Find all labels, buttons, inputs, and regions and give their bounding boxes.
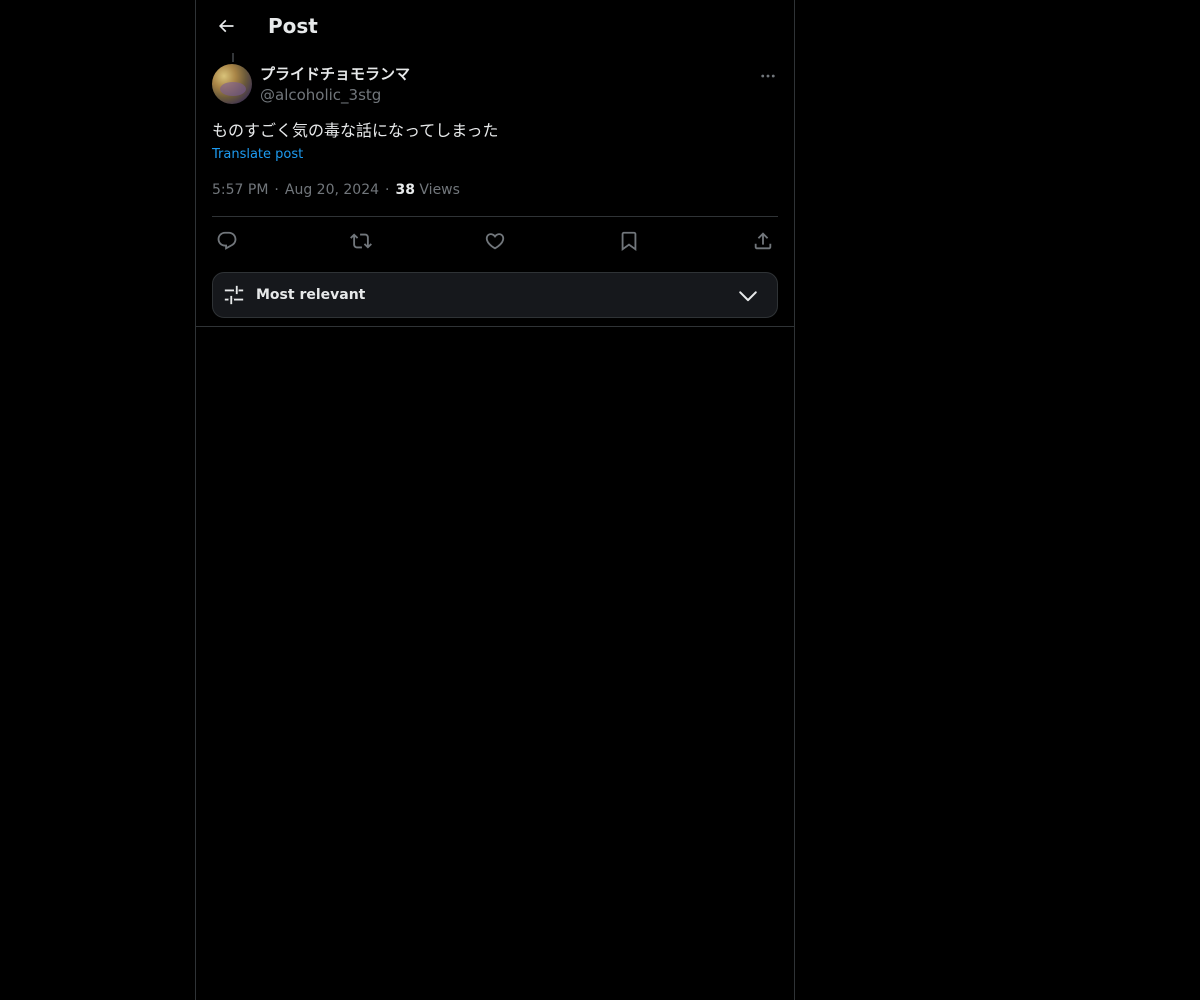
post-time[interactable]: 5:57 PM xyxy=(212,182,268,198)
author-display-name[interactable]: プライドチョモランマ xyxy=(260,64,410,84)
share-icon xyxy=(752,230,774,252)
reply-icon xyxy=(216,230,238,252)
meta-separator: · xyxy=(274,182,279,198)
arrow-left-icon xyxy=(216,16,236,36)
main-column: Post プライドチョモランマ @alcoholic_3stg ものすごく気の毒… xyxy=(195,0,795,1000)
bookmark-button[interactable] xyxy=(614,226,644,256)
views-label: Views xyxy=(419,182,460,198)
more-horizontal-icon xyxy=(759,67,777,85)
like-icon xyxy=(484,230,506,252)
repost-button[interactable] xyxy=(346,226,376,256)
back-button[interactable] xyxy=(208,8,244,44)
post-text: ものすごく気の毒な話になってしまった xyxy=(212,121,499,140)
post-metadata: 5:57 PM · Aug 20, 2024 · 38 Views xyxy=(212,180,460,200)
share-button[interactable] xyxy=(748,226,778,256)
more-options-button[interactable] xyxy=(754,62,782,90)
translate-post-link[interactable]: Translate post xyxy=(212,146,303,164)
repost-icon xyxy=(350,230,372,252)
post-date[interactable]: Aug 20, 2024 xyxy=(285,182,379,198)
chevron-down-icon xyxy=(737,285,759,307)
author-handle[interactable]: @alcoholic_3stg xyxy=(260,85,381,105)
divider xyxy=(212,216,778,217)
meta-separator: · xyxy=(385,182,390,198)
thread-connector-line xyxy=(232,53,234,62)
section-divider xyxy=(196,326,794,327)
views-count: 38 xyxy=(395,182,415,198)
post-actions-bar xyxy=(212,226,778,256)
reply-sort-dropdown[interactable]: Most relevant xyxy=(212,272,778,318)
sliders-icon xyxy=(223,284,245,306)
avatar[interactable] xyxy=(212,64,252,104)
reply-button[interactable] xyxy=(212,226,242,256)
page-title: Post xyxy=(268,14,318,38)
like-button[interactable] xyxy=(480,226,510,256)
bookmark-icon xyxy=(618,230,640,252)
sort-label: Most relevant xyxy=(256,287,366,303)
header: Post xyxy=(196,0,794,53)
